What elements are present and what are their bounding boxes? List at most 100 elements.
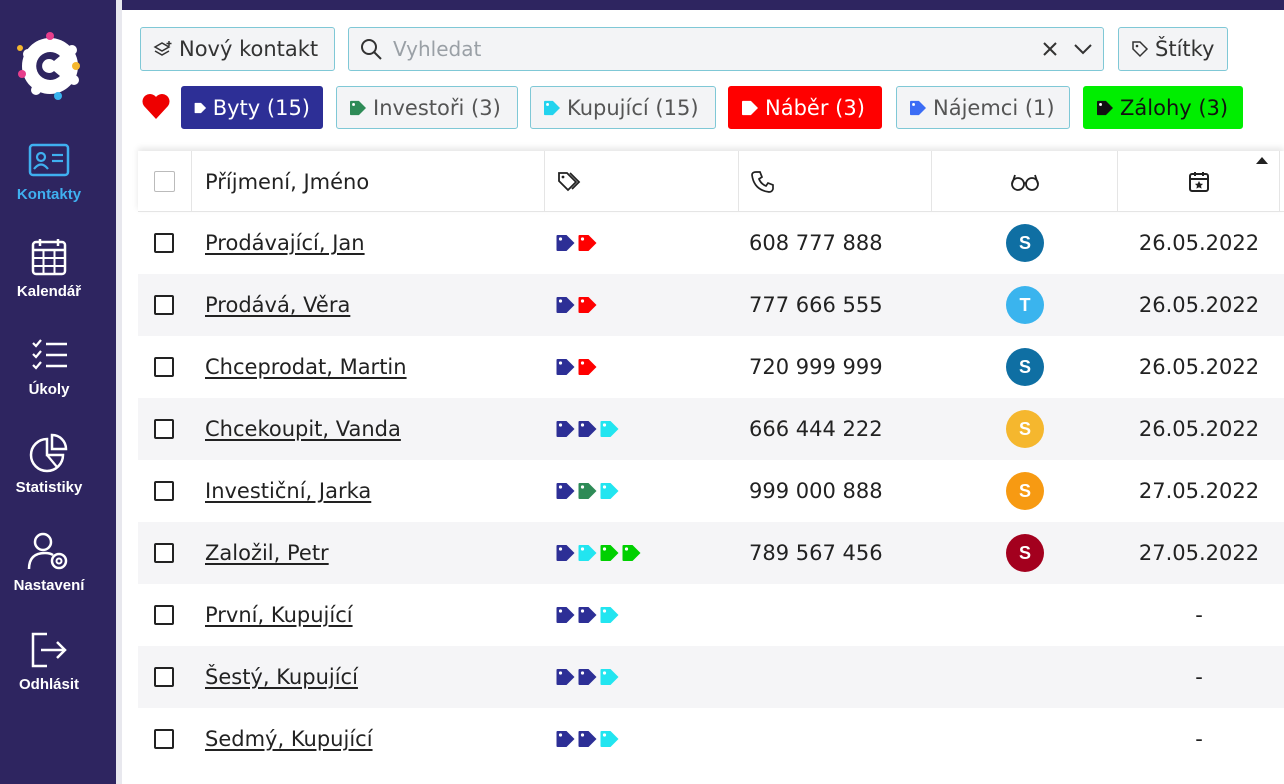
row-checkbox[interactable]	[154, 667, 174, 687]
favorites-heart-icon[interactable]	[141, 92, 171, 120]
filter-tag-1[interactable]: Investoři (3)	[336, 86, 518, 129]
search-input[interactable]	[393, 37, 1041, 61]
table-row[interactable]: Investiční, Jarka 999 000 888 S 27.05.2022	[138, 460, 1284, 522]
contact-date: 26.05.2022	[1138, 293, 1260, 317]
name-cell: Prodává, Věra	[205, 274, 350, 336]
contact-name-link[interactable]: Prodává, Věra	[205, 293, 350, 317]
table-row[interactable]: Chcekoupit, Vanda 666 444 222 S 26.05.2022	[138, 398, 1284, 460]
contact-name-link[interactable]: Sedmý, Kupující	[205, 727, 373, 751]
clear-icon[interactable]	[1041, 40, 1059, 58]
table-row[interactable]: Sedmý, Kupující -	[138, 708, 1284, 770]
tag-icon	[578, 483, 597, 499]
sidebar-item-nastaveni[interactable]: Nastavení	[0, 531, 98, 594]
contact-name-link[interactable]: Chceprodat, Martin	[205, 355, 407, 379]
filter-tag-4[interactable]: Nájemci (1)	[896, 86, 1070, 129]
tag-icon	[578, 731, 597, 747]
avatar[interactable]: S	[1006, 410, 1044, 448]
new-contact-label: Nový kontakt	[179, 37, 319, 61]
avatar[interactable]: S	[1006, 348, 1044, 386]
row-checkbox[interactable]	[154, 233, 174, 253]
tag-icon	[600, 483, 619, 499]
sidebar-item-kalendar[interactable]: Kalendář	[0, 237, 98, 300]
contacts-card-icon	[28, 143, 70, 177]
user-settings-icon	[27, 532, 68, 570]
app-logo[interactable]	[14, 30, 86, 102]
tag-icon	[578, 669, 597, 685]
avatar[interactable]: S	[1006, 472, 1044, 510]
filter-tag-0[interactable]: Byty (15)	[181, 86, 323, 129]
contact-name-link[interactable]: První, Kupující	[205, 603, 353, 627]
row-checkbox[interactable]	[154, 605, 174, 625]
contact-name-link[interactable]: Chcekoupit, Vanda	[205, 417, 401, 441]
header-name[interactable]: Příjmení, Jméno	[192, 151, 545, 212]
row-checkbox[interactable]	[154, 295, 174, 315]
contact-name-link[interactable]: Šestý, Kupující	[205, 665, 358, 689]
header-owner[interactable]	[932, 151, 1118, 212]
name-cell: Sedmý, Kupující	[205, 708, 373, 770]
labels-button[interactable]: Štítky	[1118, 27, 1228, 71]
header-tags[interactable]	[545, 151, 739, 212]
row-checkbox[interactable]	[154, 357, 174, 377]
contact-name-link[interactable]: Založil, Petr	[205, 541, 329, 565]
tag-icon	[556, 669, 575, 685]
tag-icon	[578, 297, 597, 313]
contact-name-link[interactable]: Investiční, Jarka	[205, 479, 371, 503]
header-phone[interactable]	[739, 151, 932, 212]
row-select-cell	[154, 274, 174, 336]
avatar[interactable]: T	[1006, 286, 1044, 324]
filter-tag-label: Kupující (15)	[567, 95, 699, 120]
sidebar: Kontakty Kalendář Úkoly Statistiky Nasta…	[0, 0, 122, 784]
table-row[interactable]: Chceprodat, Martin 720 999 999 S 26.05.2022	[138, 336, 1284, 398]
contact-name-link[interactable]: Prodávající, Jan	[205, 231, 365, 255]
filter-tag-2[interactable]: Kupující (15)	[530, 86, 716, 129]
sidebar-item-kontakty[interactable]: Kontakty	[0, 140, 98, 203]
sidebar-item-odhlasit[interactable]: Odhlásit	[0, 630, 98, 693]
sidebar-label: Nastavení	[13, 577, 85, 594]
filter-tag-3[interactable]: Náběr (3)	[728, 86, 882, 129]
phone-number: 720 999 999	[749, 355, 883, 379]
table-row[interactable]: Prodávající, Jan 608 777 888 S 26.05.2022	[138, 212, 1284, 274]
row-checkbox[interactable]	[154, 729, 174, 749]
sidebar-item-statistiky[interactable]: Statistiky	[0, 433, 98, 496]
header-select-cell	[138, 151, 192, 212]
row-select-cell	[154, 460, 174, 522]
sidebar-label: Kontakty	[16, 186, 82, 203]
table-row[interactable]: První, Kupující -	[138, 584, 1284, 646]
phone-number: 999 000 888	[749, 479, 883, 503]
row-select-cell	[154, 212, 174, 274]
search-box	[348, 27, 1104, 71]
tag-icon	[622, 545, 641, 561]
contact-date: 27.05.2022	[1138, 479, 1260, 503]
phone-number: 777 666 555	[749, 293, 883, 317]
tag-icon	[910, 100, 926, 115]
new-contact-button[interactable]: Nový kontakt	[140, 27, 335, 71]
tag-icon	[556, 359, 575, 375]
table-row[interactable]: Založil, Petr 789 567 456 S 27.05.2022	[138, 522, 1284, 584]
row-checkbox[interactable]	[154, 419, 174, 439]
sidebar-item-ukoly[interactable]: Úkoly	[0, 335, 98, 398]
owner-cell	[932, 708, 1118, 770]
row-checkbox[interactable]	[154, 543, 174, 563]
owner-cell	[932, 584, 1118, 646]
header-date[interactable]	[1118, 151, 1280, 212]
sort-ascending-icon[interactable]	[1255, 155, 1269, 165]
tag-icon	[578, 359, 597, 375]
row-select-cell	[154, 708, 174, 770]
select-all-checkbox[interactable]	[154, 171, 175, 192]
chevron-down-icon[interactable]	[1073, 42, 1093, 56]
avatar[interactable]: S	[1006, 534, 1044, 572]
date-cell: 27.05.2022	[1118, 460, 1280, 522]
tags-cell	[555, 336, 598, 398]
filter-tag-5[interactable]: Zálohy (3)	[1083, 86, 1243, 129]
tag-icon	[556, 421, 575, 437]
name-cell: Šestý, Kupující	[205, 646, 358, 708]
tags-cell	[555, 398, 620, 460]
name-cell: Investiční, Jarka	[205, 460, 371, 522]
table-body: Prodávající, Jan 608 777 888 S 26.05.2022 Pr…	[138, 212, 1284, 770]
table-row[interactable]: Prodává, Věra 777 666 555 T 26.05.2022	[138, 274, 1284, 336]
name-cell: Prodávající, Jan	[205, 212, 365, 274]
row-checkbox[interactable]	[154, 481, 174, 501]
avatar[interactable]: S	[1006, 224, 1044, 262]
tags-cell	[555, 274, 598, 336]
table-row[interactable]: Šestý, Kupující -	[138, 646, 1284, 708]
